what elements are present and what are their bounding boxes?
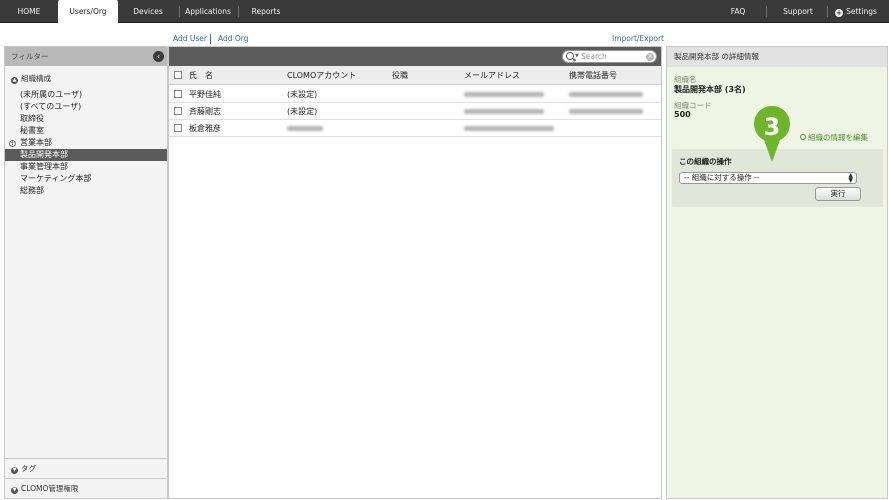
cell-name: 平野佳純 bbox=[189, 90, 221, 99]
org-item-secretariat[interactable]: 秘書室 bbox=[5, 125, 167, 137]
detail-header: 製品開発本部 の詳細情報 bbox=[667, 47, 887, 67]
org-item-unassigned[interactable]: (未所属のユーザ) bbox=[5, 89, 167, 101]
tab-users-org[interactable]: Users/Org bbox=[58, 0, 118, 24]
edit-icon bbox=[800, 134, 806, 140]
org-section-header[interactable]: ▲ 組織構成 bbox=[11, 73, 51, 84]
callout-number: 3 bbox=[764, 113, 781, 141]
tab-reports[interactable]: Reports bbox=[243, 0, 289, 23]
list-toolbar: ▼ Search × bbox=[169, 47, 661, 66]
select-value: -- 組織に対する操作 -- bbox=[684, 173, 760, 182]
org-operation-select[interactable]: -- 組織に対する操作 -- ▲ ▼ bbox=[679, 172, 857, 184]
org-item-business-mgmt[interactable]: 事業管理本部 bbox=[5, 161, 167, 173]
add-user-link[interactable]: Add User bbox=[173, 34, 207, 43]
org-name-value: 製品開発本部 (3名) bbox=[674, 85, 746, 94]
expand-icon[interactable]: + bbox=[9, 140, 16, 147]
redacted-account bbox=[287, 126, 323, 131]
redacted-email bbox=[464, 109, 544, 114]
step-callout-marker: 3 bbox=[754, 106, 790, 162]
nav-divider bbox=[766, 6, 767, 17]
support-link[interactable]: Support bbox=[778, 0, 818, 23]
org-item-all-users[interactable]: (すべてのユーザ) bbox=[5, 101, 167, 113]
settings-label: Settings bbox=[846, 7, 877, 16]
org-section-label: 組織構成 bbox=[21, 74, 51, 83]
search-placeholder: Search bbox=[581, 52, 607, 61]
execute-button[interactable]: 実行 bbox=[815, 187, 861, 201]
admin-section-label: CLOMO管理権限 bbox=[21, 484, 79, 493]
search-input[interactable]: ▼ Search × bbox=[562, 50, 657, 63]
add-org-link[interactable]: Add Org bbox=[218, 34, 249, 43]
filter-sidebar: フィルター ‹ ▲ 組織構成 (未所属のユーザ) (すべてのユーザ) 取締役 秘書… bbox=[4, 46, 168, 499]
org-item-sales-label: 営業本部 bbox=[20, 138, 52, 147]
cell-name: 板倉雅彦 bbox=[189, 124, 221, 133]
link-divider bbox=[210, 34, 211, 44]
table-row[interactable]: 斉藤剛志 (未設定) bbox=[169, 103, 661, 120]
import-export-link[interactable]: Import/Export bbox=[612, 34, 664, 43]
user-list-panel: ▼ Search × 氏 名 CLOMOアカウント 役職 メールアドレス 携帯電… bbox=[168, 46, 662, 499]
redacted-email bbox=[464, 92, 544, 97]
nav-divider bbox=[179, 6, 180, 17]
edit-org-label: 組織の情報を編集 bbox=[808, 133, 868, 142]
column-email[interactable]: メールアドレス bbox=[464, 66, 520, 85]
tab-applications[interactable]: Applications bbox=[181, 0, 235, 23]
select-arrows-icon: ▲ ▼ bbox=[848, 172, 853, 184]
column-account[interactable]: CLOMOアカウント bbox=[287, 66, 356, 85]
search-icon bbox=[566, 52, 574, 60]
ops-title: この組織の操作 bbox=[679, 157, 732, 166]
admin-section[interactable]: ▼ CLOMO管理権限 bbox=[5, 478, 167, 498]
tag-section-label: タグ bbox=[21, 464, 36, 473]
table-row[interactable]: 板倉雅彦 bbox=[169, 120, 661, 137]
row-checkbox[interactable] bbox=[174, 90, 182, 98]
column-phone[interactable]: 携帯電話番号 bbox=[569, 66, 617, 85]
org-item-general-affairs[interactable]: 総務部 bbox=[5, 185, 167, 197]
filter-header: フィルター bbox=[5, 47, 167, 66]
tab-devices[interactable]: Devices bbox=[125, 0, 171, 23]
org-item-product-dev[interactable]: 製品開発本部 bbox=[5, 149, 167, 161]
nav-divider bbox=[827, 6, 828, 17]
redacted-phone bbox=[569, 109, 643, 114]
tab-home[interactable]: HOME bbox=[6, 0, 52, 23]
settings-icon: + bbox=[835, 9, 844, 17]
collapse-section-icon: ▲ bbox=[11, 77, 18, 84]
edit-org-link[interactable]: 組織の情報を編集 bbox=[800, 132, 868, 143]
clear-search-icon[interactable]: × bbox=[646, 53, 654, 61]
tag-section[interactable]: ▼ タグ bbox=[5, 458, 167, 478]
org-item-marketing[interactable]: マーケティング本部 bbox=[5, 173, 167, 185]
redacted-phone bbox=[569, 92, 643, 97]
cell-account: (未設定) bbox=[287, 107, 318, 116]
table-header: 氏 名 CLOMOアカウント 役職 メールアドレス 携帯電話番号 bbox=[169, 66, 661, 85]
org-item-sales[interactable]: + 営業本部 bbox=[5, 137, 167, 149]
top-nav: HOME Users/Org Devices Applications Repo… bbox=[0, 0, 889, 24]
nav-divider bbox=[238, 6, 239, 17]
collapse-sidebar-icon[interactable]: ‹ bbox=[153, 51, 164, 62]
cell-name: 斉藤剛志 bbox=[189, 107, 221, 116]
redacted-email bbox=[464, 126, 554, 131]
expand-section-icon: ▼ bbox=[11, 467, 18, 474]
dropdown-arrow-icon: ▼ bbox=[575, 53, 579, 59]
expand-section-icon: ▼ bbox=[11, 487, 18, 494]
row-checkbox[interactable] bbox=[174, 124, 182, 132]
table-row[interactable]: 平野佳純 (未設定) bbox=[169, 86, 661, 103]
org-item-directors[interactable]: 取締役 bbox=[5, 113, 167, 125]
cell-account: (未設定) bbox=[287, 90, 318, 99]
faq-link[interactable]: FAQ bbox=[722, 0, 754, 23]
select-all-checkbox[interactable] bbox=[174, 71, 182, 79]
column-title[interactable]: 役職 bbox=[392, 66, 408, 85]
row-checkbox[interactable] bbox=[174, 107, 182, 115]
org-code-value: 500 bbox=[674, 110, 691, 119]
column-name[interactable]: 氏 名 bbox=[189, 66, 213, 85]
settings-link[interactable]: + Settings bbox=[834, 0, 878, 23]
